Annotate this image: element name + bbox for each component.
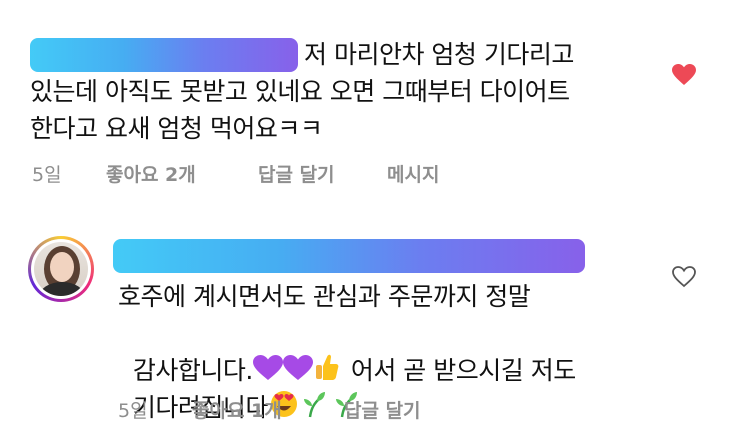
reply-reply-button[interactable]: 답글 달기 bbox=[344, 396, 421, 423]
avatar[interactable] bbox=[28, 236, 94, 302]
likes-count-button[interactable]: 좋아요 2개 bbox=[106, 160, 196, 187]
like-heart-outline-icon[interactable] bbox=[672, 266, 696, 288]
reply-likes-count-button[interactable]: 좋아요 1개 bbox=[192, 396, 282, 423]
comment-time: 5일 bbox=[32, 164, 62, 186]
reply-button[interactable]: 답글 달기 bbox=[258, 160, 335, 187]
like-heart-icon[interactable] bbox=[672, 64, 696, 86]
seedling-icon bbox=[298, 390, 326, 428]
message-button[interactable]: 메시지 bbox=[387, 160, 439, 187]
comment-text-line-2: 있는데 아직도 못받고 있네요 오면 그때부터 다이어트 bbox=[30, 77, 570, 106]
redacted-username bbox=[30, 38, 298, 72]
redacted-username bbox=[113, 239, 585, 273]
reply-text-line-2-end: 어서 곧 받으시길 저도 bbox=[350, 356, 576, 385]
comment-text-line-3: 한다고 요새 엄청 먹어요ㅋㅋ bbox=[30, 114, 323, 143]
reply-text-line-1: 호주에 계시면서도 관심과 주문까지 정말 bbox=[118, 282, 531, 311]
comment-text-line-1: 저 마리안차 엄청 기다리고 bbox=[304, 40, 574, 69]
reply-time: 5일 bbox=[118, 400, 148, 422]
